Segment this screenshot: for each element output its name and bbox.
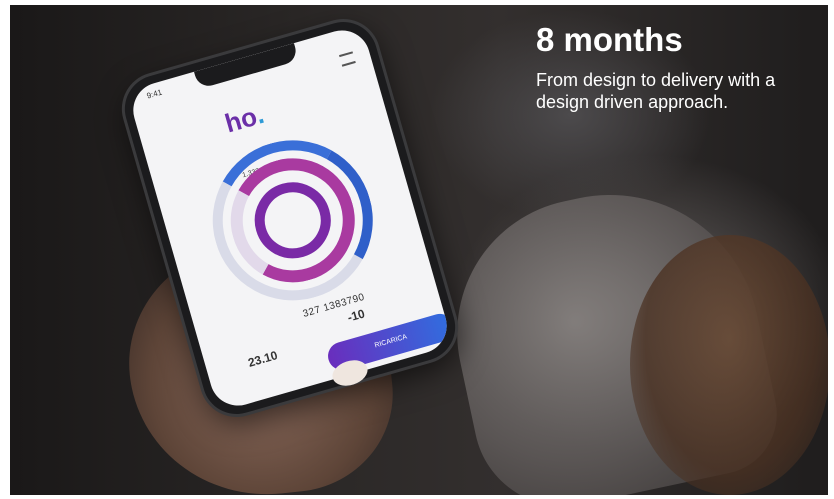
- menu-icon[interactable]: [339, 51, 356, 67]
- stat-credit: 23.10: [246, 348, 279, 370]
- subheadline: From design to delivery with a design dr…: [536, 70, 776, 112]
- stat-points-value: -10: [345, 306, 367, 325]
- hair-shape: [630, 235, 828, 495]
- app-logo: ho.: [221, 99, 267, 140]
- headline: 8 months: [536, 21, 683, 58]
- stat-points: -10: [346, 306, 367, 324]
- usage-rings: [193, 121, 392, 320]
- stat-credit-value: 23.10: [246, 348, 280, 370]
- hero-frame: 9:41 ho. 21 1.332 327 1383790 23.10 -10: [0, 0, 834, 499]
- phone-notch: [193, 43, 299, 90]
- status-time: 9:41: [145, 87, 164, 101]
